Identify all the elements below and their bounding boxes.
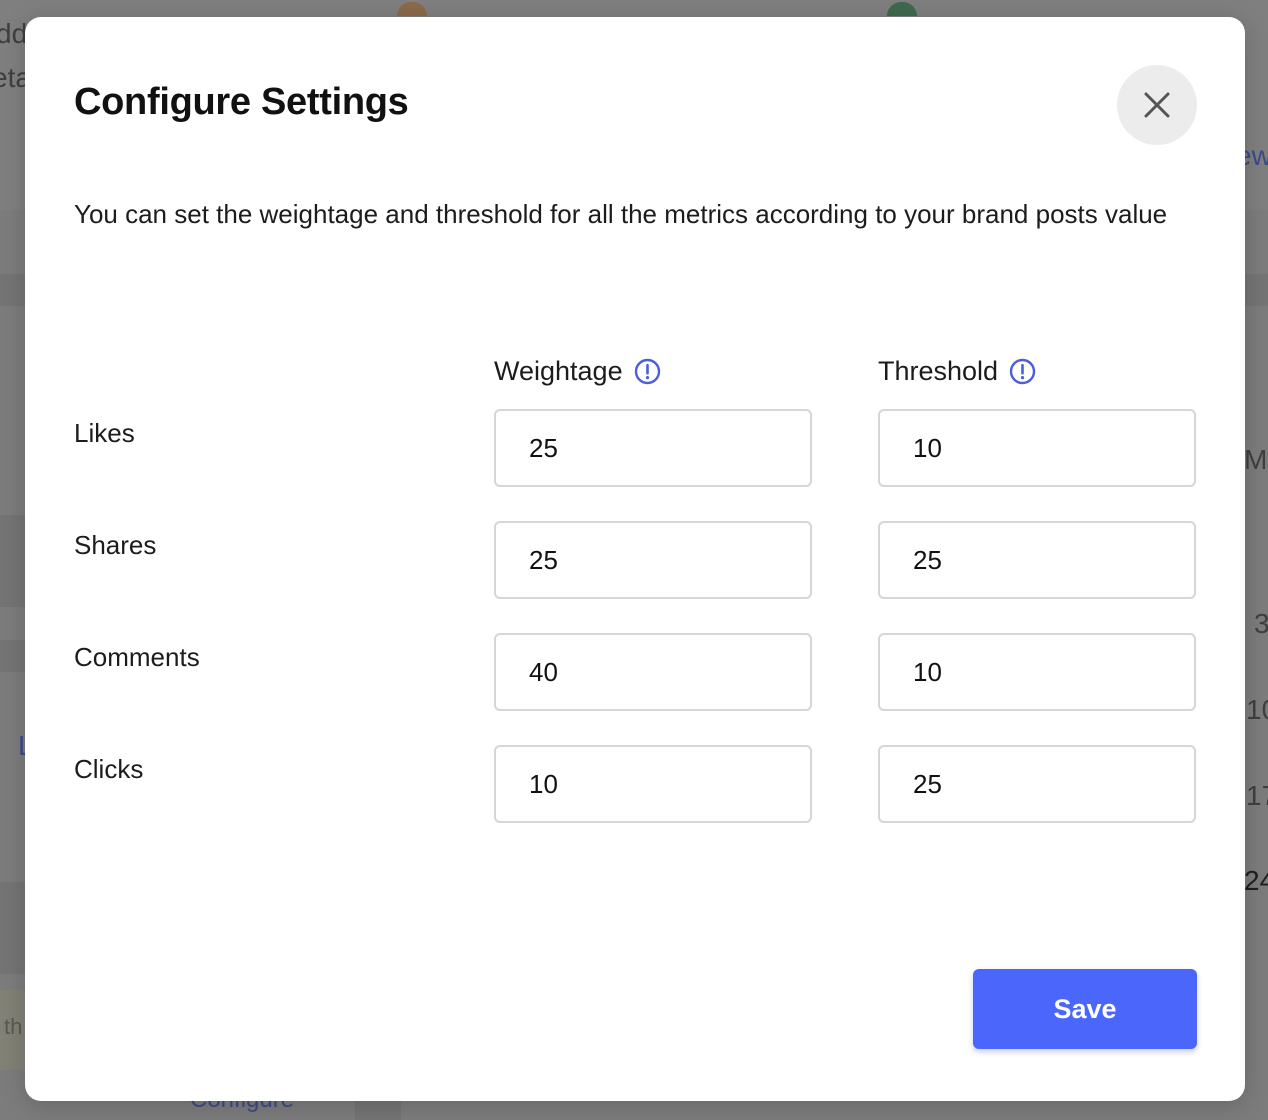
background-text: th: [4, 1014, 23, 1039]
comments-weightage-input[interactable]: [494, 633, 812, 711]
save-button[interactable]: Save: [973, 969, 1197, 1049]
modal-title: Configure Settings: [74, 81, 409, 123]
background-text: 10: [1246, 694, 1268, 725]
background-column: [355, 1100, 401, 1120]
shares-threshold-input[interactable]: [878, 521, 1196, 599]
close-icon: [1143, 91, 1171, 119]
background-text: Mo: [1244, 444, 1268, 475]
metric-label-clicks: Clicks: [74, 754, 144, 784]
clicks-weightage-input[interactable]: [494, 745, 812, 823]
weightage-info-icon[interactable]: [634, 358, 661, 385]
background-text: 17: [1246, 780, 1268, 811]
weightage-header: Weightage: [494, 351, 661, 391]
threshold-header-label: Threshold: [878, 355, 999, 386]
metric-label-comments: Comments: [74, 642, 200, 672]
configure-settings-modal: Configure Settings You can set the weigh…: [25, 17, 1245, 1101]
metric-label-shares: Shares: [74, 530, 157, 560]
modal-description: You can set the weightage and threshold …: [74, 199, 1168, 229]
likes-threshold-input[interactable]: [878, 409, 1196, 487]
clicks-threshold-input[interactable]: [878, 745, 1196, 823]
background-text: 3: [1254, 608, 1268, 639]
weightage-header-label: Weightage: [494, 355, 623, 386]
background-text: 24: [1244, 865, 1268, 896]
likes-weightage-input[interactable]: [494, 409, 812, 487]
threshold-header: Threshold: [878, 351, 1036, 391]
background-text: dd: [0, 18, 28, 49]
threshold-info-icon[interactable]: [1009, 358, 1036, 385]
comments-threshold-input[interactable]: [878, 633, 1196, 711]
close-button[interactable]: [1117, 65, 1197, 145]
shares-weightage-input[interactable]: [494, 521, 812, 599]
metric-label-likes: Likes: [74, 418, 135, 448]
